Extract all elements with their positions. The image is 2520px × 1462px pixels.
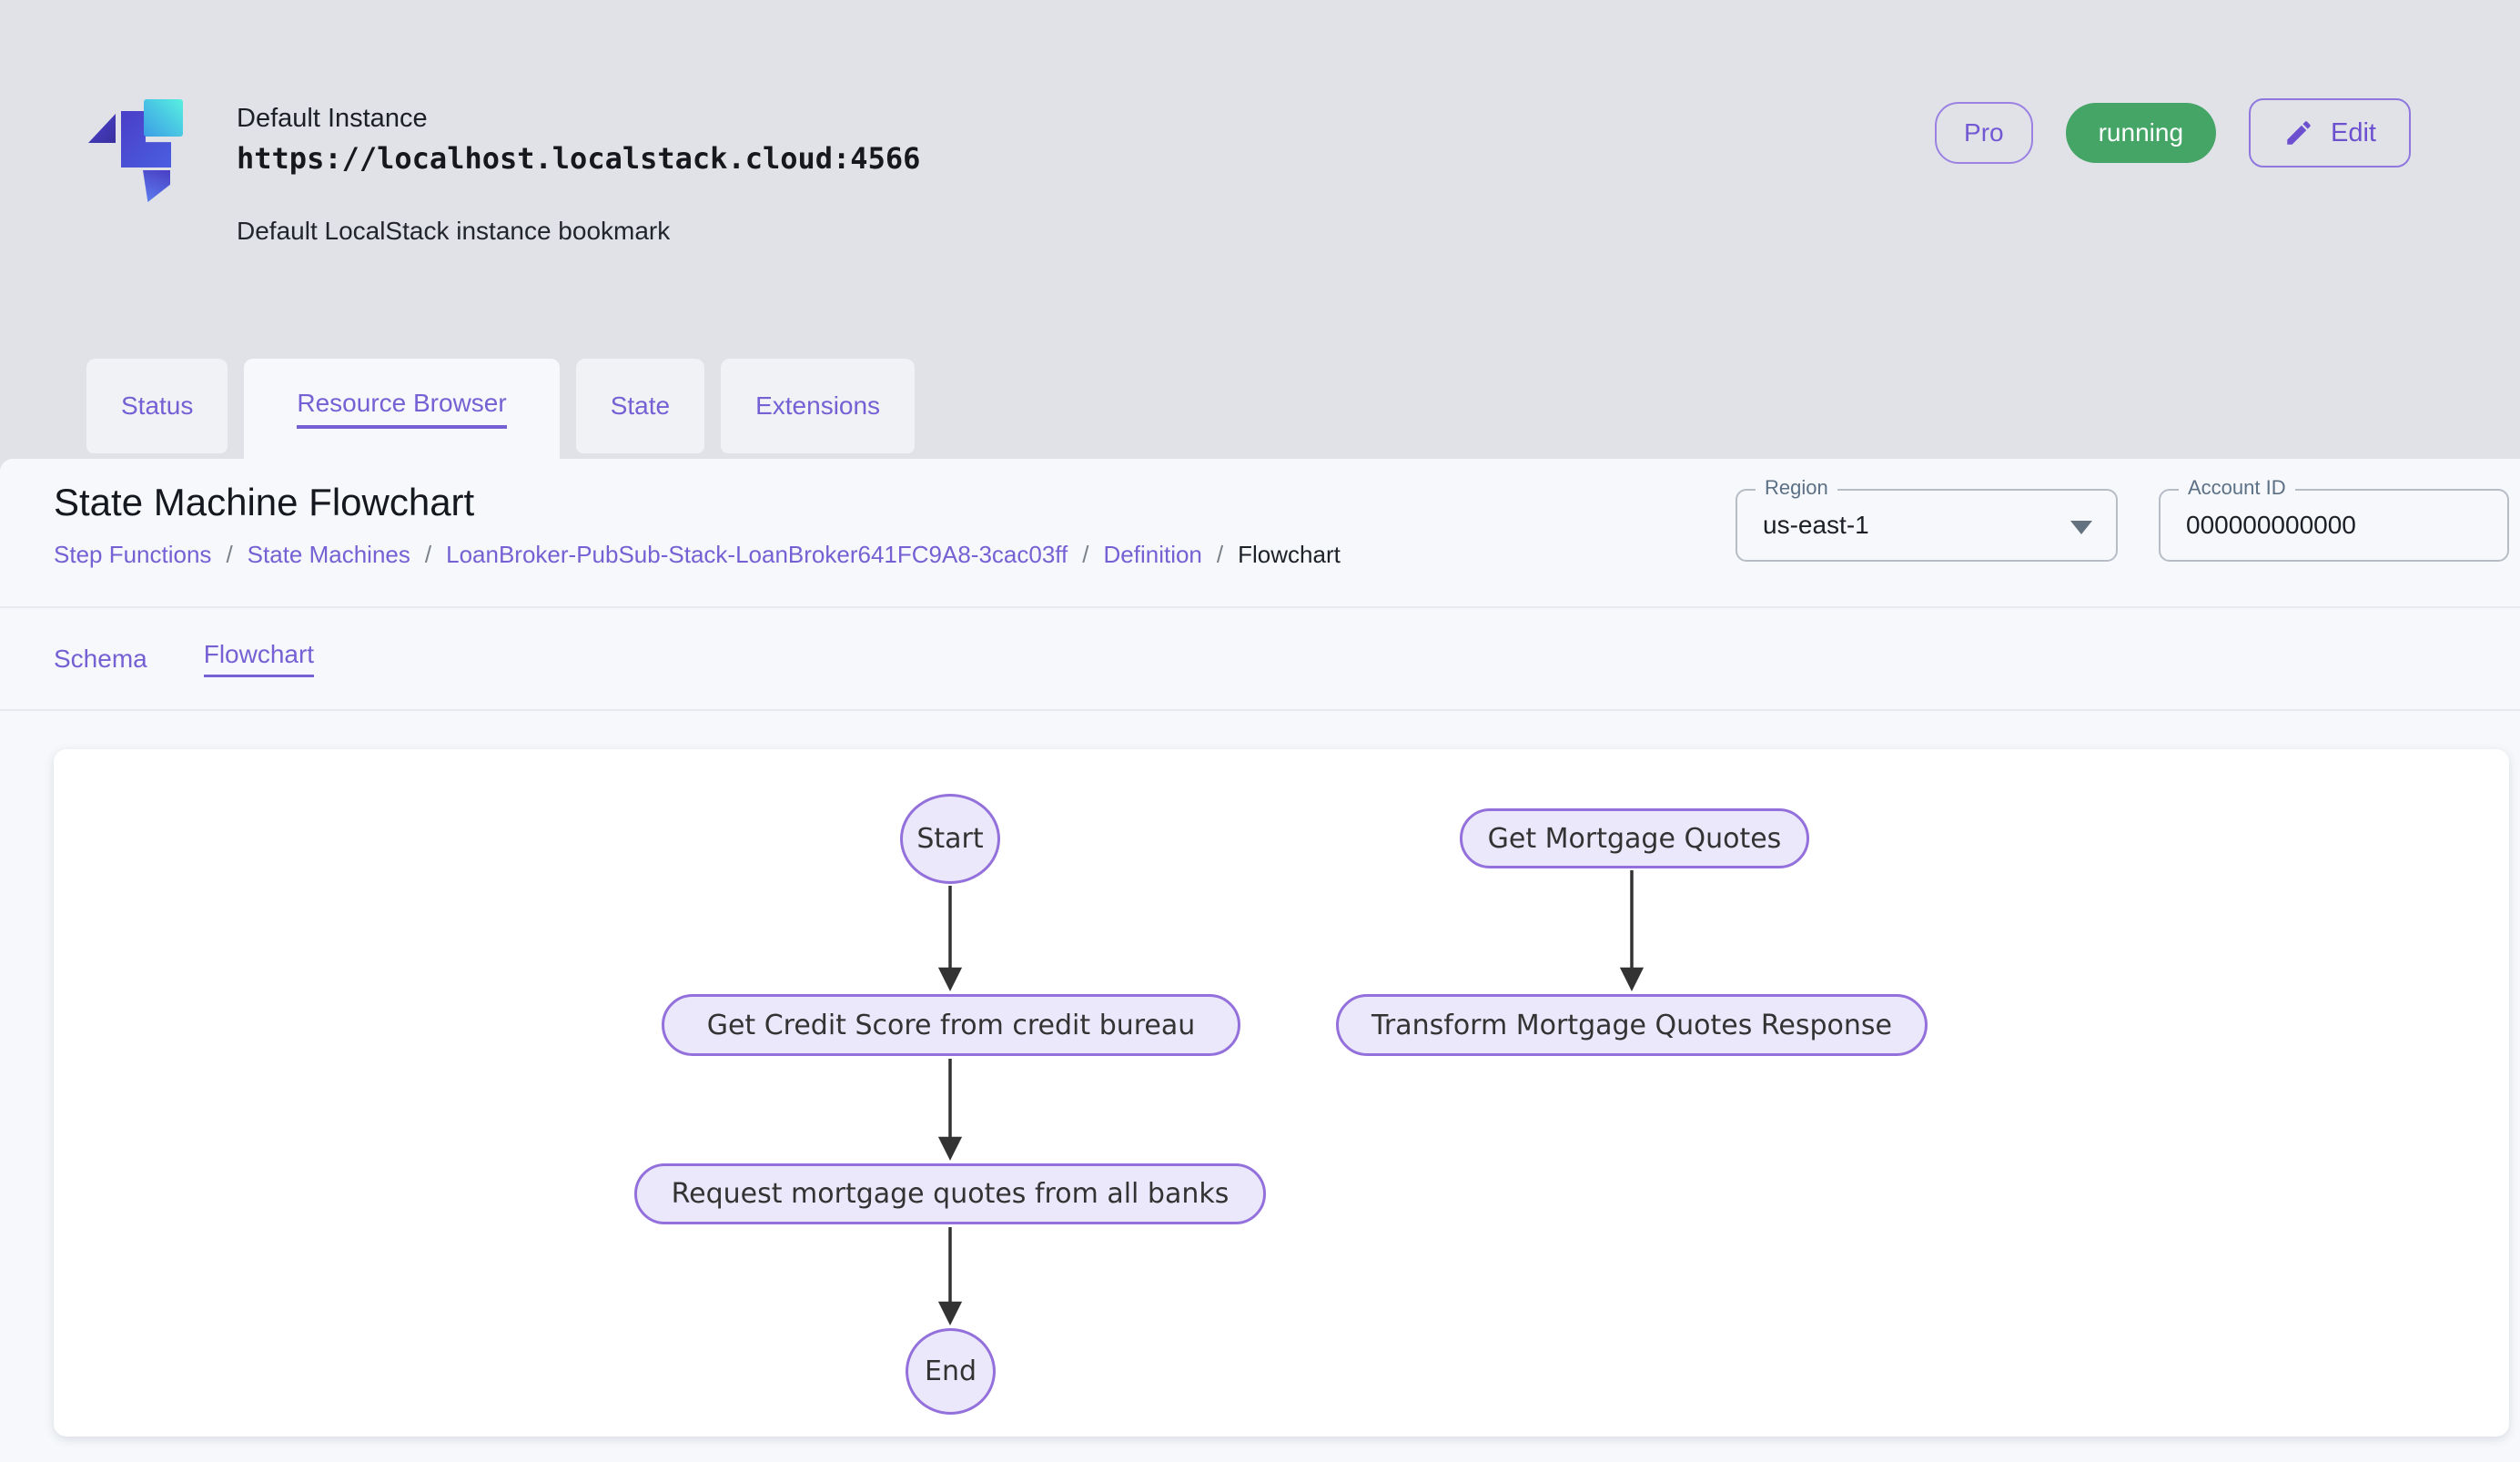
- resource-browser-panel: State Machine Flowchart Step Functions /…: [0, 459, 2520, 1462]
- definition-subtabs: Schema Flowchart: [54, 608, 314, 709]
- region-value: us-east-1: [1737, 491, 2116, 560]
- instance-url: https://localhost.localstack.cloud:4566: [237, 137, 920, 180]
- breadcrumb-separator: /: [1217, 541, 1223, 569]
- tab-resource-browser[interactable]: Resource Browser: [244, 359, 559, 459]
- breadcrumb-separator: /: [425, 541, 431, 569]
- localstack-logo: [86, 96, 187, 200]
- status-badge: running: [2066, 103, 2216, 163]
- page-title: State Machine Flowchart: [54, 481, 2520, 524]
- breadcrumb-state-machine-name[interactable]: LoanBroker-PubSub-Stack-LoanBroker641FC9…: [446, 541, 1068, 569]
- flowchart-node-start: Start: [900, 794, 1000, 884]
- divider: [0, 709, 2520, 711]
- main-tabs: Status Resource Browser State Extensions: [86, 359, 915, 459]
- breadcrumb-separator: /: [226, 541, 232, 569]
- pro-badge: Pro: [1935, 102, 2033, 164]
- logo-shape-square: [144, 99, 183, 137]
- logo-shape-triangle-bottom: [143, 170, 170, 202]
- flowchart-node-get-mortgage-quotes: Get Mortgage Quotes: [1460, 808, 1809, 868]
- subtab-schema[interactable]: Schema: [54, 645, 147, 674]
- subtab-flowchart[interactable]: Flowchart: [204, 640, 314, 677]
- account-id-label: Account ID: [2179, 477, 2295, 499]
- chevron-down-icon: [2070, 521, 2092, 534]
- account-id-field: Account ID: [2159, 489, 2509, 562]
- tab-state[interactable]: State: [576, 359, 704, 453]
- instance-description: Default LocalStack instance bookmark: [237, 217, 920, 246]
- pencil-icon: [2283, 117, 2314, 148]
- tab-extensions[interactable]: Extensions: [721, 359, 915, 453]
- title-row: State Machine Flowchart Step Functions /…: [0, 459, 2520, 606]
- breadcrumb-separator: /: [1082, 541, 1088, 569]
- breadcrumb-state-machines[interactable]: State Machines: [248, 541, 410, 569]
- flowchart-node-get-credit-score: Get Credit Score from credit bureau: [662, 994, 1240, 1056]
- region-label: Region: [1756, 477, 1837, 499]
- flowchart-node-transform-response: Transform Mortgage Quotes Response: [1336, 994, 1928, 1056]
- edit-button-label: Edit: [2331, 118, 2376, 148]
- edit-button[interactable]: Edit: [2249, 98, 2411, 168]
- flowchart-node-request-quotes: Request mortgage quotes from all banks: [634, 1163, 1266, 1224]
- breadcrumb: Step Functions / State Machines / LoanBr…: [54, 541, 2520, 569]
- divider: [0, 606, 2520, 608]
- account-id-input[interactable]: [2161, 491, 2452, 560]
- breadcrumb-definition[interactable]: Definition: [1104, 541, 1202, 569]
- logo-shape-triangle-left: [88, 114, 116, 143]
- instance-name: Default Instance: [237, 100, 920, 137]
- header-actions: Pro running Edit: [1935, 98, 2411, 168]
- flowchart-node-end: End: [906, 1328, 996, 1415]
- instance-info: Default Instance https://localhost.local…: [237, 100, 920, 246]
- tab-status[interactable]: Status: [86, 359, 228, 453]
- breadcrumb-current: Flowchart: [1238, 541, 1341, 569]
- breadcrumb-step-functions[interactable]: Step Functions: [54, 541, 211, 569]
- region-select[interactable]: Region us-east-1: [1736, 489, 2118, 562]
- flowchart-canvas: Start Get Mortgage Quotes Get Credit Sco…: [54, 749, 2509, 1437]
- flowchart-edges: [54, 749, 2509, 1437]
